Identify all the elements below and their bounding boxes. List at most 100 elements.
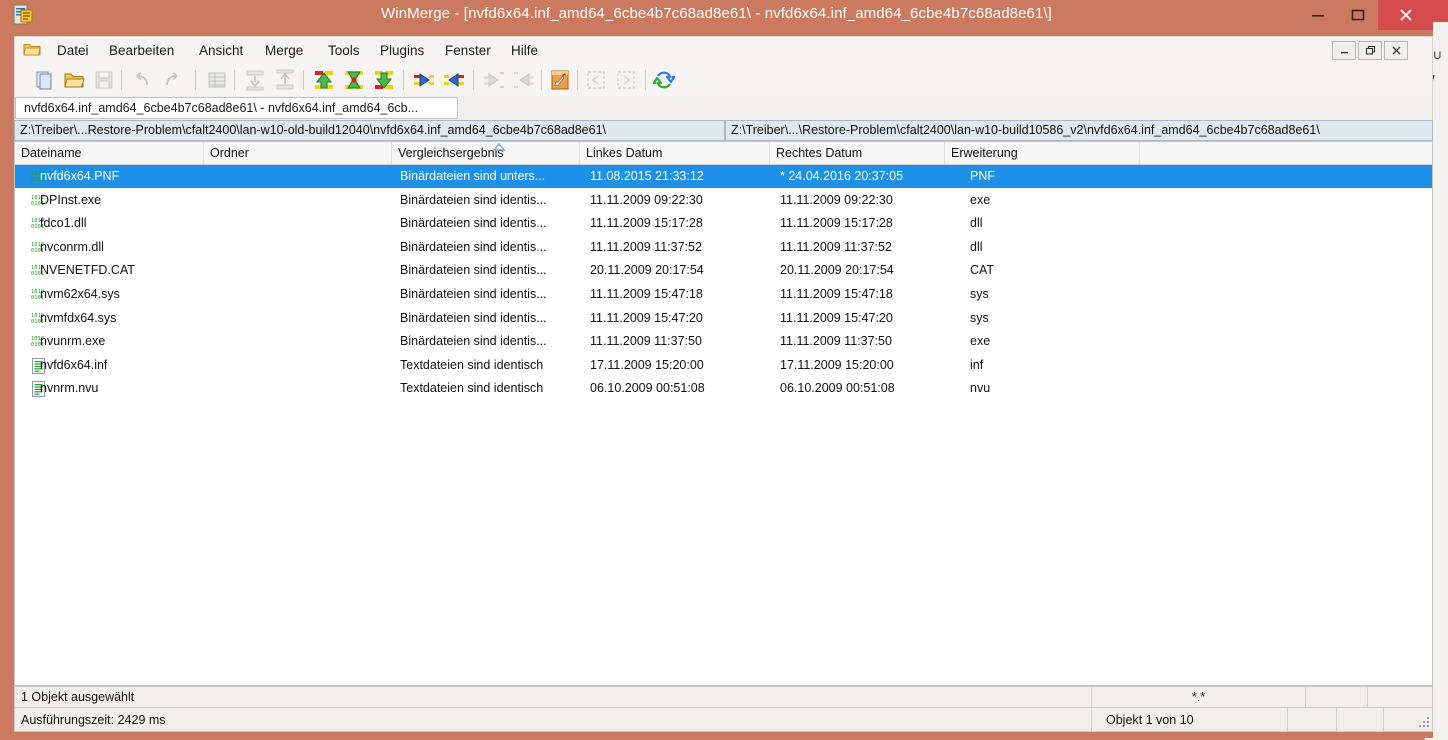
table-row[interactable]: 1010 0101 nvconrm.dllBinärdateien sind i…	[15, 236, 1433, 259]
menu-item-fenster[interactable]: Fenster	[438, 41, 498, 60]
column-header-vergleichsergebnis[interactable]: Vergleichsergebnis	[392, 142, 580, 164]
cell-dateiname: nvunrm.exe	[40, 330, 205, 353]
status-bar-top: 1 Objekt ausgewählt *.*	[14, 686, 1433, 708]
copy-left-icon[interactable]	[443, 69, 465, 91]
column-header-dateiname[interactable]: Dateiname	[15, 142, 204, 164]
next-difference-icon[interactable]	[373, 69, 395, 91]
minimize-button[interactable]	[1298, 0, 1338, 30]
copy-to-right-down-icon	[244, 69, 266, 91]
table-row[interactable]: nvfd6x64.infTextdateien sind identisch17…	[15, 354, 1433, 377]
toolbar-separator	[234, 70, 235, 90]
cell-erweiterung: dll	[970, 212, 1080, 235]
sort-ascending-icon	[492, 143, 506, 151]
cell-ordner	[212, 189, 397, 212]
cell-linkes-datum: 11.11.2009 15:47:18	[590, 283, 775, 306]
column-header-erweiterung[interactable]: Erweiterung	[945, 142, 1140, 164]
table-row[interactable]: 1010 0101 nvfd6x64.PNFBinärdateien sind …	[15, 165, 1433, 188]
menu-item-datei[interactable]: Datei	[50, 41, 96, 60]
cell-vergleichsergebnis: Binärdateien sind unters...	[400, 165, 585, 188]
menu-item-tools[interactable]: Tools	[321, 41, 367, 60]
tab-compare-nvfd6x64[interactable]: nvfd6x64.inf_amd64_6cbe4b7c68ad8e61\ - n…	[15, 97, 458, 119]
mdi-minimize-button[interactable]	[1332, 41, 1356, 60]
cell-rechtes-datum: 20.11.2009 20:17:54	[780, 259, 955, 282]
window-title: WinMerge - [nvfd6x64.inf_amd64_6cbe4b7c6…	[0, 5, 1433, 22]
column-header-rechtes-datum[interactable]: Rechtes Datum	[770, 142, 945, 164]
menu-item-hilfe[interactable]: Hilfe	[504, 41, 545, 60]
cell-rechtes-datum: 17.11.2009 15:20:00	[780, 354, 955, 377]
winmerge-window: EU w WinMerge - [nvfd6x64.inf_amd64_6cbe…	[0, 0, 1448, 740]
left-path-label[interactable]: Z:\Treiber\...Restore-Problem\cfalt2400\…	[14, 120, 725, 141]
table-row[interactable]: 1010 0101 nvunrm.exeBinärdateien sind id…	[15, 330, 1433, 353]
status-filter-segment[interactable]: *.*	[1092, 687, 1306, 707]
previous-difference-icon[interactable]	[313, 69, 335, 91]
cell-erweiterung: CAT	[970, 259, 1080, 282]
path-header-bar: Z:\Treiber\...Restore-Problem\cfalt2400\…	[14, 120, 1433, 141]
select-files-right-icon	[615, 69, 637, 91]
cell-dateiname: nvmfdx64.sys	[40, 307, 205, 330]
cell-erweiterung: exe	[970, 330, 1080, 353]
cell-dateiname: fdco1.dll	[40, 212, 205, 235]
toolbar-separator	[645, 70, 646, 90]
cell-ordner	[212, 165, 397, 188]
table-row[interactable]: 1010 0101 fdco1.dllBinärdateien sind ide…	[15, 212, 1433, 235]
cell-linkes-datum: 11.11.2009 09:22:30	[590, 189, 775, 212]
copy-right-all-icon	[483, 69, 505, 91]
maximize-button[interactable]	[1338, 0, 1378, 30]
mdi-restore-button[interactable]	[1358, 41, 1382, 60]
status-filter-text: *.*	[1092, 690, 1305, 704]
refresh-icon[interactable]	[653, 69, 675, 91]
toolbar	[14, 63, 1433, 96]
column-header-ordner[interactable]: Ordner	[204, 142, 392, 164]
right-path-label[interactable]: Z:\Treiber\...\Restore-Problem\cfalt2400…	[725, 120, 1433, 141]
cell-rechtes-datum: 11.11.2009 11:37:50	[780, 330, 955, 353]
cell-dateiname: nvfd6x64.PNF	[40, 165, 205, 188]
cell-rechtes-datum: 11.11.2009 15:47:20	[780, 307, 955, 330]
menu-item-ansicht[interactable]: Ansicht	[192, 41, 250, 60]
cell-ordner	[212, 330, 397, 353]
open-folder-icon[interactable]	[63, 69, 85, 91]
cell-rechtes-datum: 11.11.2009 11:37:52	[780, 236, 955, 259]
menu-item-merge[interactable]: Merge	[258, 41, 310, 60]
cell-dateiname: nvfd6x64.inf	[40, 354, 205, 377]
status-segment-b	[1368, 687, 1434, 707]
toolbar-separator	[195, 70, 196, 90]
menu-item-bearbeiten[interactable]: Bearbeiten	[102, 41, 181, 60]
cell-vergleichsergebnis: Binärdateien sind identis...	[400, 283, 585, 306]
resize-grip-icon[interactable]	[1417, 715, 1431, 729]
table-row[interactable]: nvnrm.nvuTextdateien sind identisch06.10…	[15, 377, 1433, 400]
cell-rechtes-datum: 06.10.2009 00:51:08	[780, 377, 955, 400]
table-row[interactable]: 1010 0101 NVENETFD.CATBinärdateien sind …	[15, 259, 1433, 282]
cell-vergleichsergebnis: Binärdateien sind identis...	[400, 189, 585, 212]
cell-ordner	[212, 212, 397, 235]
cell-vergleichsergebnis: Binärdateien sind identis...	[400, 330, 585, 353]
redo-icon	[161, 69, 183, 91]
cell-linkes-datum: 20.11.2009 20:17:54	[590, 259, 775, 282]
cell-rechtes-datum: 11.11.2009 15:47:18	[780, 283, 955, 306]
cell-erweiterung: dll	[970, 236, 1080, 259]
mdi-close-button[interactable]	[1384, 41, 1408, 60]
table-row[interactable]: 1010 0101 DPInst.exeBinärdateien sind id…	[15, 189, 1433, 212]
close-icon	[1398, 7, 1414, 23]
mdi-restore-icon	[1365, 45, 1376, 56]
cell-erweiterung: nvu	[970, 377, 1080, 400]
table-row[interactable]: 1010 0101 nvm62x64.sysBinärdateien sind …	[15, 283, 1433, 306]
file-compare-list: Dateiname Ordner Vergleichsergebnis Link…	[14, 141, 1433, 686]
new-compare-icon[interactable]	[33, 69, 55, 91]
status-segment-e	[1384, 708, 1434, 731]
menu-item-plugins[interactable]: Plugins	[373, 41, 431, 60]
toolbar-separator	[303, 70, 304, 90]
title-bar[interactable]: WinMerge - [nvfd6x64.inf_amd64_6cbe4b7c6…	[0, 0, 1433, 30]
status-bar-bottom: Ausführungszeit: 2429 ms Objekt 1 von 10	[14, 708, 1433, 732]
tab-strip: nvfd6x64.inf_amd64_6cbe4b7c68ad8e61\ - n…	[14, 96, 1433, 120]
cell-linkes-datum: 11.11.2009 15:47:20	[590, 307, 775, 330]
copy-right-icon[interactable]	[413, 69, 435, 91]
status-position-segment: Objekt 1 von 10	[1092, 708, 1288, 731]
cell-linkes-datum: 11.11.2009 11:37:50	[590, 330, 775, 353]
close-button[interactable]	[1378, 0, 1433, 30]
current-difference-icon[interactable]	[343, 69, 365, 91]
options-icon[interactable]	[549, 69, 571, 91]
table-row[interactable]: 1010 0101 nvmfdx64.sysBinärdateien sind …	[15, 307, 1433, 330]
cell-erweiterung: exe	[970, 189, 1080, 212]
maximize-icon	[1351, 8, 1365, 22]
column-header-linkes-datum[interactable]: Linkes Datum	[580, 142, 770, 164]
